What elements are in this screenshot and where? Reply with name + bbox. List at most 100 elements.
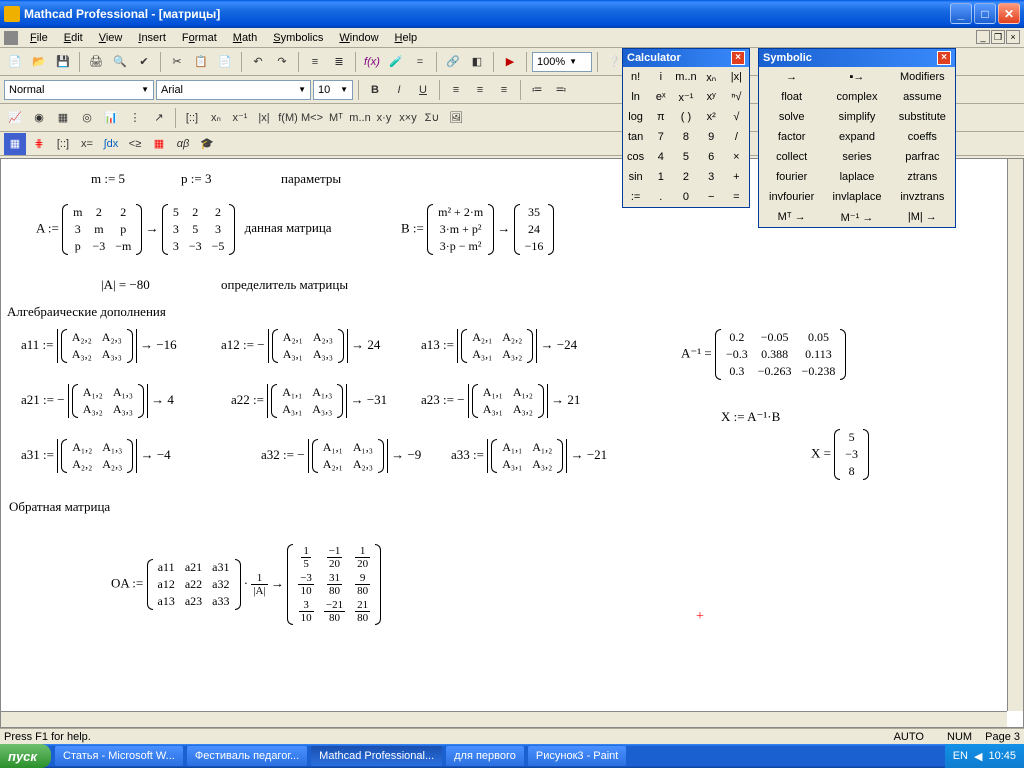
det-a[interactable]: |A| = −80 [101, 277, 150, 293]
a33[interactable]: a33 := A₁,₁A₁,₂A₃,₁A₃,₂ → −21 [451, 439, 607, 473]
mcol-button[interactable]: M<> [301, 107, 323, 129]
sym-key[interactable]: complex [824, 87, 889, 107]
calc-key[interactable]: x² [699, 107, 724, 127]
align-button[interactable]: ≡ [304, 51, 326, 73]
calc-key[interactable]: |x| [724, 67, 749, 87]
style-dropdown[interactable]: Normal▼ [4, 80, 154, 100]
bar3d-button[interactable]: 📊 [100, 107, 122, 129]
sum-button[interactable]: Σ∪ [421, 107, 443, 129]
undo-button[interactable]: ↶ [247, 51, 269, 73]
surf-button[interactable]: ▦ [52, 107, 74, 129]
sym-key[interactable]: invfourier [759, 187, 824, 207]
menu-file[interactable]: File [22, 30, 56, 46]
taskbar-item[interactable]: Рисунок3 - Paint [528, 746, 626, 766]
calc-key[interactable]: ln [623, 87, 648, 107]
size-dropdown[interactable]: 10▼ [313, 80, 353, 100]
calc-key[interactable]: 1 [648, 167, 673, 187]
print-button[interactable]: 🖨 [85, 51, 107, 73]
calc-key[interactable]: × [724, 147, 749, 167]
link-button[interactable]: 🔗 [442, 51, 464, 73]
scrollbar-vertical[interactable] [1007, 159, 1023, 711]
units-button[interactable]: 🧪 [385, 51, 407, 73]
mdi-restore[interactable]: ❐ [991, 30, 1005, 44]
save-button[interactable]: 💾 [52, 51, 74, 73]
underline-button[interactable]: U [412, 79, 434, 101]
align2-button[interactable]: ≣ [328, 51, 350, 73]
taskbar-item[interactable]: для первого [446, 746, 524, 766]
zoom-dropdown[interactable]: 100%▼ [532, 52, 592, 72]
abs-button[interactable]: |x| [253, 107, 275, 129]
contour-button[interactable]: ◎ [76, 107, 98, 129]
cut-button[interactable]: ✂ [166, 51, 188, 73]
calc-key[interactable]: tan [623, 127, 648, 147]
a22[interactable]: a22 := A₁,₁A₁,₃A₃,₁A₃,₃ → −31 [231, 384, 387, 418]
oa-def[interactable]: OA := a11a21a31a12a22a32a13a23a33 · 1|A|… [111, 544, 381, 625]
calc-key[interactable]: x⁻¹ [673, 87, 698, 107]
eval-palette-button[interactable]: x= [76, 133, 98, 155]
mt-button[interactable]: Mᵀ [325, 107, 347, 129]
sym-key[interactable]: simplify [824, 107, 889, 127]
a23[interactable]: a23 := − A₁,₁A₁,₂A₃,₁A₃,₂ → 21 [421, 384, 580, 418]
taskbar-item[interactable]: Статья - Microsoft W... [55, 746, 183, 766]
sym-key[interactable]: ▪→ [824, 67, 889, 87]
align-right-button[interactable]: ≡ [493, 79, 515, 101]
align-center-button[interactable]: ≡ [469, 79, 491, 101]
calc-key[interactable]: 3 [699, 167, 724, 187]
sym-key[interactable]: expand [824, 127, 889, 147]
polar-button[interactable]: ◉ [28, 107, 50, 129]
calculus-palette-button[interactable]: ∫dx [100, 133, 122, 155]
calc-key[interactable]: 5 [673, 147, 698, 167]
paste-button[interactable]: 📄 [214, 51, 236, 73]
calc-key[interactable]: / [724, 127, 749, 147]
tray-lang[interactable]: EN [953, 750, 968, 762]
a12[interactable]: a12 := − A₂,₁A₂,₃A₃,₁A₃,₃ → 24 [221, 329, 380, 363]
a21[interactable]: a21 := − A₁,₂A₁,₃A₃,₂A₃,₃ → 4 [21, 384, 174, 418]
bullets-button[interactable]: ≔ [526, 79, 548, 101]
calc-key[interactable]: = [724, 187, 749, 207]
param-m[interactable]: m := 5 [91, 171, 125, 187]
a32[interactable]: a32 := − A₁,₁A₁,₃A₂,₁A₂,₃ → −9 [261, 439, 421, 473]
sym-palette-button[interactable]: 🎓 [196, 133, 218, 155]
calc-key[interactable]: . [648, 187, 673, 207]
fx-button[interactable]: f(x) [361, 51, 383, 73]
tray-icon[interactable]: ◀ [974, 750, 982, 763]
copy-button[interactable]: 📋 [190, 51, 212, 73]
sym-key[interactable]: |M| → [890, 207, 955, 227]
component-button[interactable]: ◧ [466, 51, 488, 73]
sym-key[interactable]: coeffs [890, 127, 955, 147]
sym-key[interactable]: laplace [824, 167, 889, 187]
start-button[interactable]: пуск [0, 744, 51, 768]
mdi-close[interactable]: × [1006, 30, 1020, 44]
a-inverse[interactable]: A⁻¹ = 0.2−0.050.05−0.30.3880.1130.3−0.26… [681, 329, 846, 380]
align-left-button[interactable]: ≡ [445, 79, 467, 101]
calc-key[interactable]: i [648, 67, 673, 87]
calc-key[interactable]: ( ) [673, 107, 698, 127]
calculator-palette[interactable]: Calculator× n!im..nxₙ|x|lneˣx⁻¹xʸⁿ√logπ(… [622, 48, 750, 208]
maximize-button[interactable]: □ [974, 3, 996, 24]
spell-button[interactable]: ✔ [133, 51, 155, 73]
worksheet[interactable]: m := 5 p := 3 параметры A := m223mpp−3−m… [0, 158, 1024, 728]
sym-key[interactable]: M⁻¹ → [824, 207, 889, 227]
calc-key[interactable]: 0 [673, 187, 698, 207]
calc-key[interactable]: xₙ [699, 67, 724, 87]
bool-palette-button[interactable]: <≥ [124, 133, 146, 155]
x-eq[interactable]: X = 5−38 [811, 429, 869, 480]
x-def[interactable]: X := A⁻¹·B [721, 409, 780, 425]
sym-key[interactable]: assume [890, 87, 955, 107]
a11[interactable]: a11 := A₂,₂A₂,₃A₃,₂A₃,₃ → −16 [21, 329, 177, 363]
calc-key[interactable]: 9 [699, 127, 724, 147]
open-button[interactable]: 📂 [28, 51, 50, 73]
xn-button[interactable]: xₙ [205, 107, 227, 129]
redo-button[interactable]: ↷ [271, 51, 293, 73]
calc-key[interactable]: + [724, 167, 749, 187]
vector-button[interactable]: ↗ [148, 107, 170, 129]
b-definition[interactable]: B := m² + 2·m3·m + p²3·p − m² → 3524−16 [401, 204, 554, 255]
calc-key[interactable]: eˣ [648, 87, 673, 107]
vec-button[interactable]: f(M) [277, 107, 299, 129]
calc-palette-button[interactable]: ▦ [4, 133, 26, 155]
sym-key[interactable]: factor [759, 127, 824, 147]
calc-key[interactable]: xʸ [699, 87, 724, 107]
xinv-button[interactable]: x⁻¹ [229, 107, 251, 129]
sym-key[interactable]: solve [759, 107, 824, 127]
graph-palette-button[interactable]: ⋕ [28, 133, 50, 155]
